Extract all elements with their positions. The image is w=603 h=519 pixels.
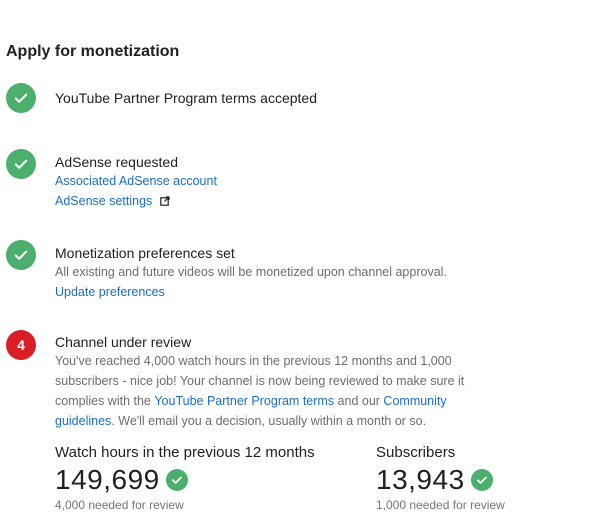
review-desc-text: . We'll email you a decision, usually wi… [111, 414, 427, 428]
stat-value: 149,699 [55, 464, 160, 495]
stat-label: Subscribers [376, 444, 456, 461]
stat-label: Watch hours in the previous 12 months [55, 444, 315, 461]
step-title: AdSense requested [55, 154, 178, 170]
adsense-settings-link[interactable]: AdSense settings [55, 191, 170, 211]
step-title: Monetization preferences set [55, 245, 235, 261]
external-link-icon [159, 196, 170, 206]
step-title: YouTube Partner Program terms accepted [55, 90, 317, 106]
stat-note: 1,000 needed for review [376, 498, 505, 512]
review-desc-line-4: guidelines. We'll email you a decision, … [55, 411, 464, 431]
adsense-account-link[interactable]: Associated AdSense account [55, 171, 217, 191]
review-desc-text: complies with the [55, 394, 155, 408]
stat-watch-hours: Watch hours in the previous 12 months 14… [55, 444, 315, 512]
stat-subscribers: Subscribers 13,943 1,000 needed for revi… [376, 444, 505, 512]
community-guidelines-link[interactable]: Community [383, 391, 446, 411]
review-desc-line-2: subscribers - nice job! Your channel is … [55, 374, 465, 388]
check-badge [470, 469, 493, 491]
step-title: Channel under review [55, 334, 192, 350]
page-title: Apply for monetization [6, 43, 180, 60]
review-desc-line-1: You've reached 4,000 watch hours in the … [55, 354, 452, 368]
step-number-badge: 4 [6, 330, 36, 360]
stat-value: 13,943 [376, 464, 465, 495]
check-icon [14, 159, 28, 169]
check-badge [6, 149, 36, 179]
adsense-settings-label: AdSense settings [55, 194, 153, 208]
check-icon [476, 476, 487, 484]
check-badge [6, 83, 36, 113]
partner-program-terms-link[interactable]: YouTube Partner Program terms [154, 391, 334, 411]
check-icon [14, 250, 28, 260]
update-preferences-link[interactable]: Update preferences [55, 282, 165, 302]
check-badge [6, 240, 36, 270]
review-desc-text: and our [334, 394, 384, 408]
step-description: All existing and future videos will be m… [55, 265, 447, 279]
review-desc-line-3: complies with the YouTube Partner Progra… [55, 391, 464, 411]
community-guidelines-link-cont[interactable]: guidelines [55, 411, 111, 431]
check-icon [171, 476, 182, 484]
check-badge [165, 469, 188, 491]
check-icon [14, 93, 28, 103]
stat-note: 4,000 needed for review [55, 498, 184, 512]
